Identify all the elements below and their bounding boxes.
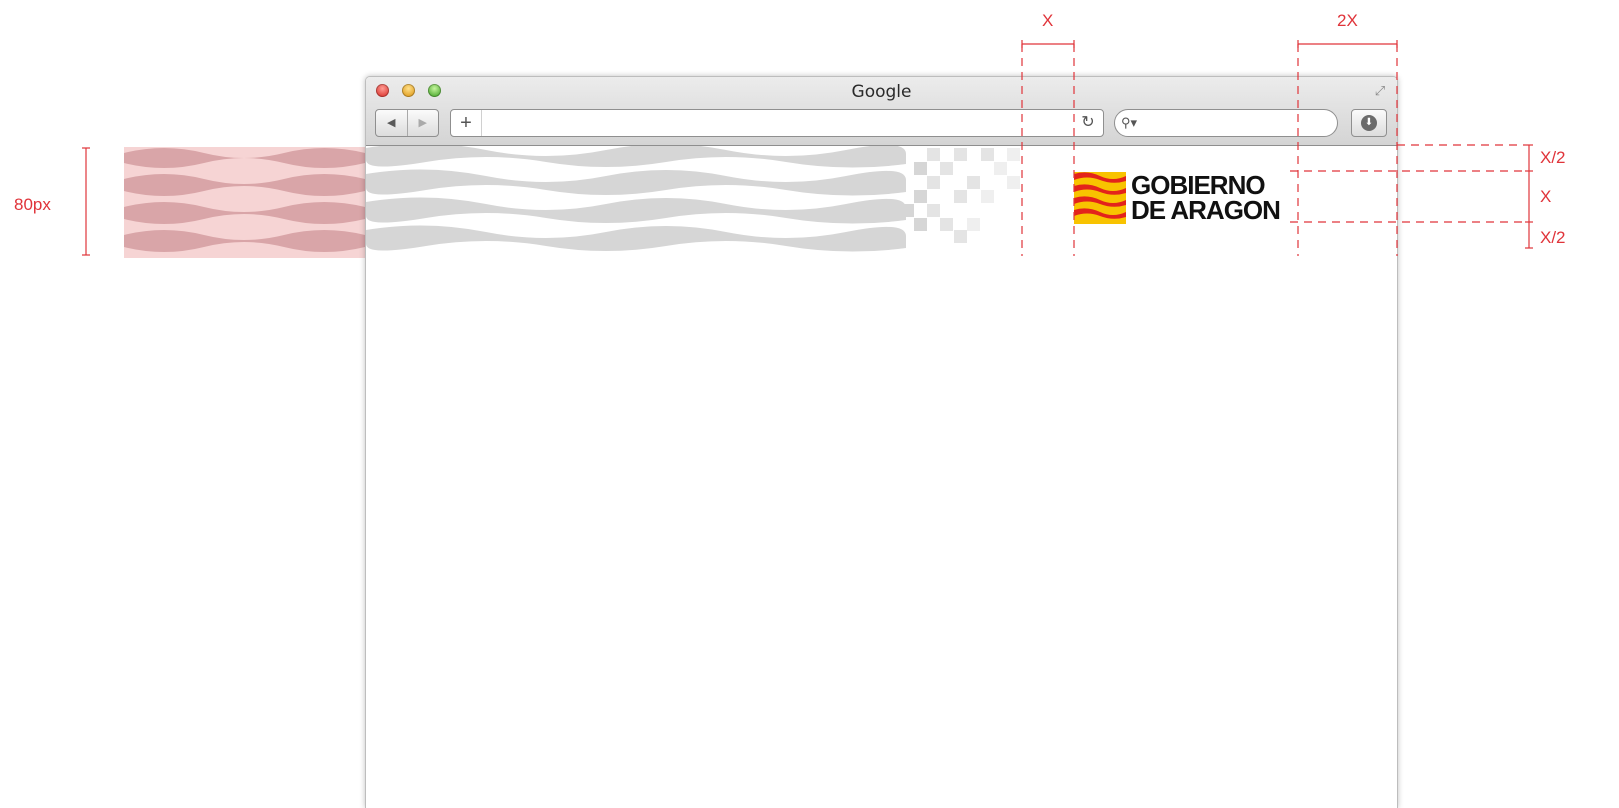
height-label: 80px: [14, 195, 51, 214]
logo-height-label: X: [1540, 187, 1552, 206]
measurement-guides: [82, 40, 1533, 256]
width-2x-label: 2X: [1337, 11, 1358, 30]
margin-bottom-label: X/2: [1540, 228, 1566, 247]
width-x-label: X: [1042, 11, 1054, 30]
margin-top-label: X/2: [1540, 148, 1566, 167]
